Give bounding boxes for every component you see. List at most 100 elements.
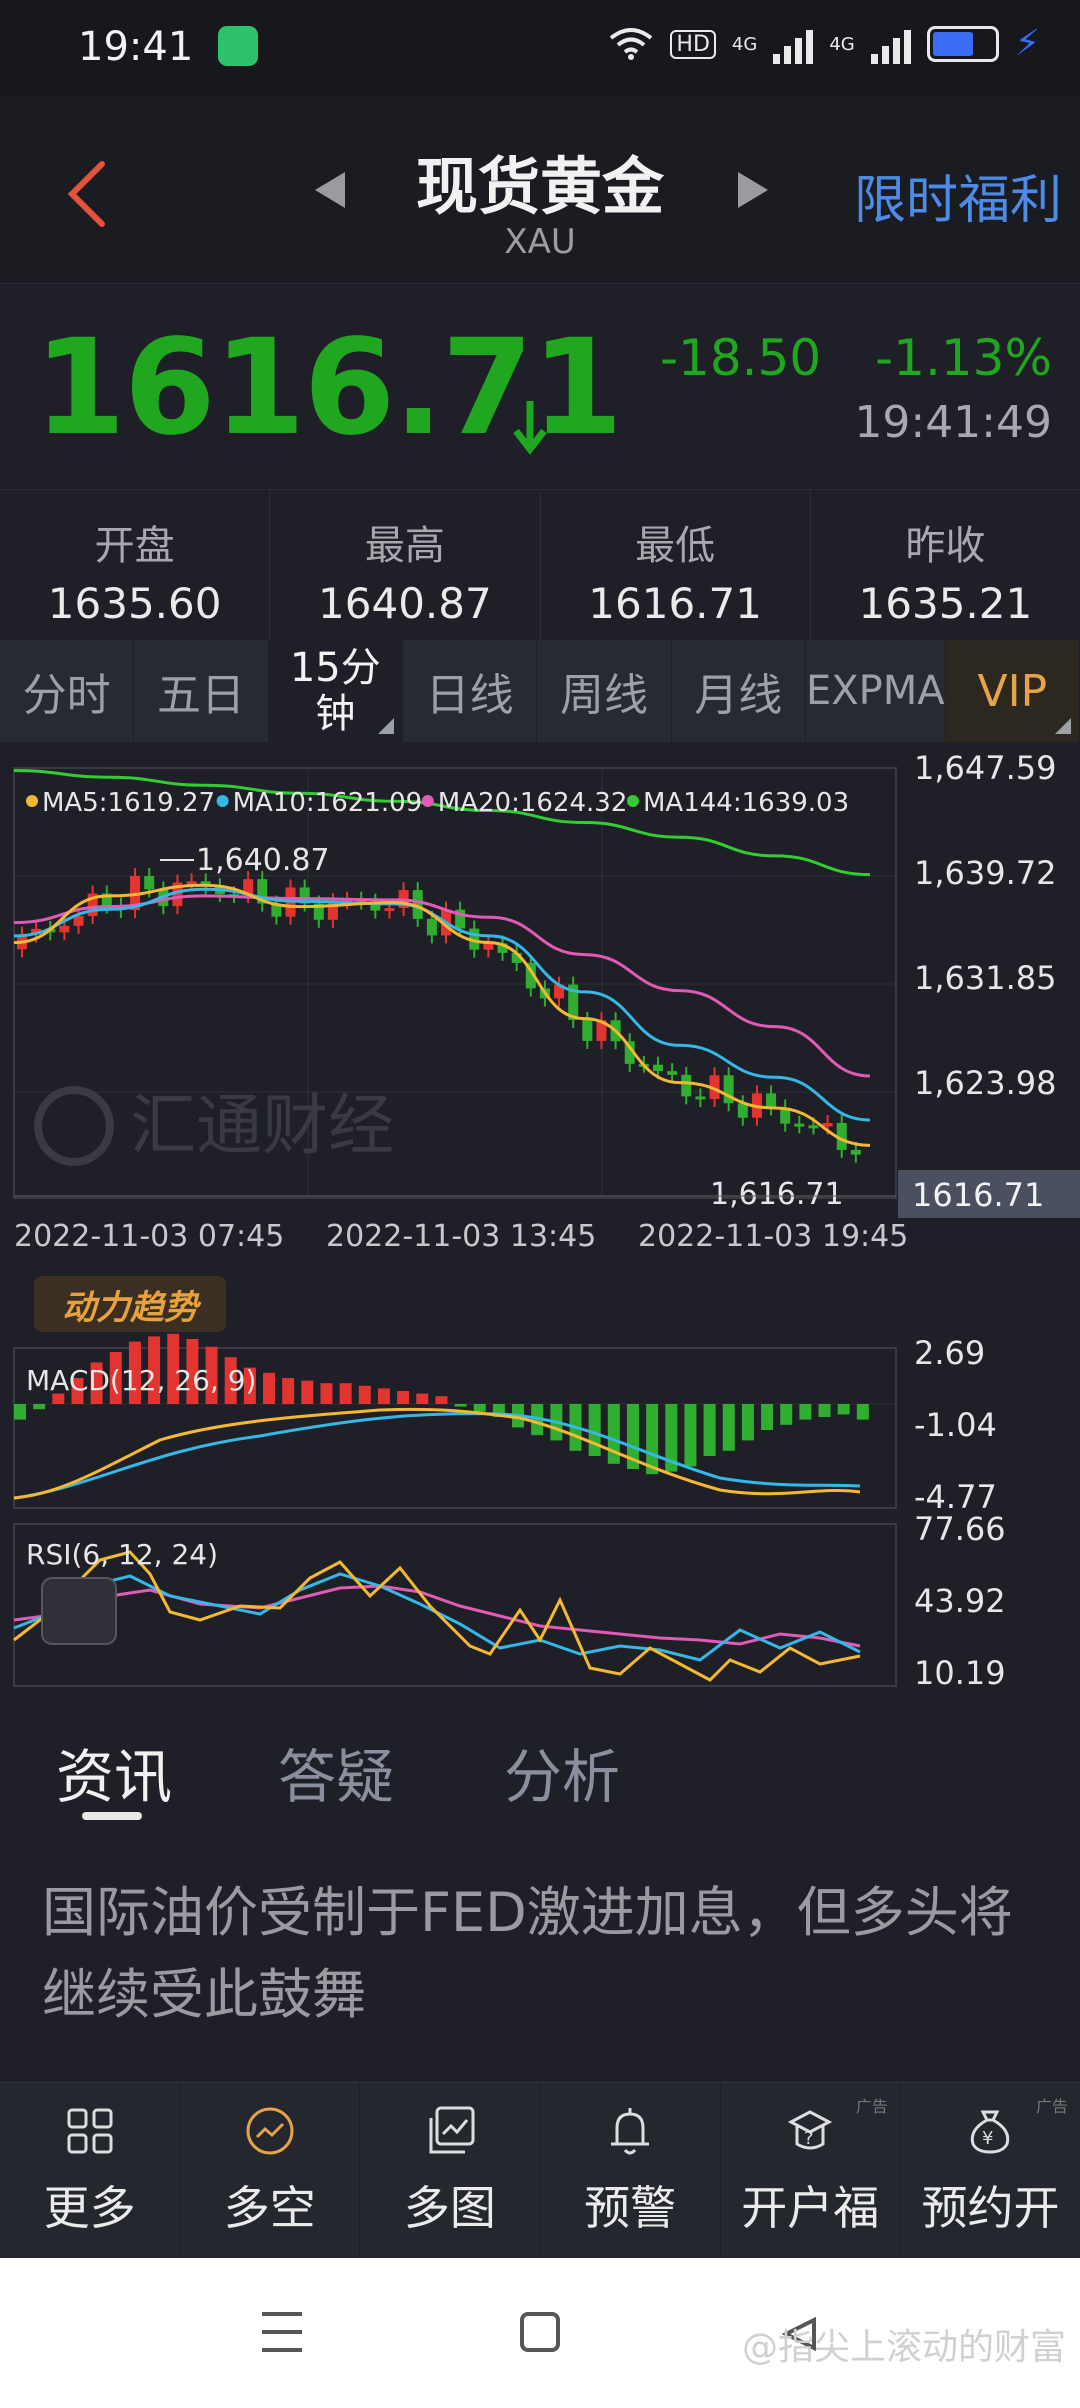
watermark-logo-mark xyxy=(34,1086,114,1166)
candle-body xyxy=(653,1064,663,1072)
macd-bar xyxy=(646,1404,659,1475)
macd-bar xyxy=(837,1404,850,1415)
x-tick-label: 2022-11-03 13:45 xyxy=(326,1219,596,1254)
watermark-text: @指尖上滚动的财富 xyxy=(741,2327,1066,2368)
stat-high: 最高 1640.87 xyxy=(270,491,541,639)
hd-label: HD xyxy=(670,29,716,59)
tab-analysis[interactable]: 分析 xyxy=(504,1730,620,1814)
tab-15min-line2: 钟 xyxy=(315,691,356,737)
bottom-label: 多空 xyxy=(223,2180,316,2235)
more-button[interactable]: 更多 xyxy=(0,2083,181,2258)
tab-15min[interactable]: 15分 钟 xyxy=(268,640,403,742)
stat-prev-close: 昨收 1635.21 xyxy=(811,491,1080,639)
bottom-label: 更多 xyxy=(43,2180,136,2235)
rsi-title: RSI(6, 12, 24) xyxy=(26,1538,218,1571)
candle-body xyxy=(73,915,84,926)
trend-icon xyxy=(246,2107,294,2154)
y-tick-label: 1,639.72 xyxy=(914,854,1057,892)
ad-tag: 广告 xyxy=(1036,2097,1069,2116)
candle-body xyxy=(808,1125,819,1129)
candle-body xyxy=(794,1123,805,1127)
watermark-logo: 汇通财经 xyxy=(130,1087,394,1164)
legend-marker xyxy=(421,795,434,807)
stat-low: 最低 1616.71 xyxy=(541,491,811,639)
bottom-label: 开户福 xyxy=(741,2180,880,2235)
macd-bar xyxy=(358,1385,371,1404)
back-icon[interactable] xyxy=(58,154,118,234)
drawing-tool-icon[interactable] xyxy=(41,1577,117,1645)
indicator-badge[interactable]: 动力趋势 xyxy=(34,1276,226,1332)
bottom-label: 多图 xyxy=(403,2180,496,2235)
app-notification-icon xyxy=(218,26,258,66)
tab-expma[interactable]: EXPMA xyxy=(806,640,946,742)
tab-five-day[interactable]: 五日 xyxy=(134,640,269,742)
promo-link[interactable]: 限时福利 xyxy=(854,158,1062,233)
macd-bar xyxy=(741,1404,754,1441)
price-change-percent: -1.13% xyxy=(875,329,1052,387)
next-instrument-icon[interactable] xyxy=(738,172,768,208)
kline-chart[interactable]: 汇通财经 MA5:1619.27 MA10:1621.09 MA20:1624.32… xyxy=(0,742,1080,1712)
recents-icon[interactable] xyxy=(262,2312,302,2352)
tab-qa[interactable]: 答疑 xyxy=(278,1730,394,1814)
tab-monthly[interactable]: 月线 xyxy=(672,640,806,742)
stat-open: 开盘 1635.60 xyxy=(0,491,271,639)
chart-area[interactable]: 汇通财经 MA5:1619.27 MA10:1621.09 MA20:1624.32… xyxy=(0,742,1080,1712)
candle-body xyxy=(681,1074,692,1097)
grid-icon xyxy=(67,2108,113,2153)
macd-bar xyxy=(282,1378,295,1404)
system-nav-bar: @指尖上滚动的财富 xyxy=(0,2258,1080,2408)
tab-weekly[interactable]: 周线 xyxy=(537,640,672,742)
candle-body xyxy=(822,1122,833,1127)
quote-panel: 1616.71 -18.50 -1.13% 19:41:49 xyxy=(0,285,1080,490)
candle-body xyxy=(483,943,494,950)
candle-body xyxy=(695,1096,706,1100)
x-axis: 2022-11-03 07:45 2022-11-03 13:45 2022-11-… xyxy=(14,1219,908,1254)
news-headline[interactable]: 国际油价受制于FED激进加息，但多头将继续受此鼓舞 xyxy=(42,1872,1042,2036)
svg-text:?: ? xyxy=(804,2128,814,2149)
charging-icon: ⚡ xyxy=(1014,23,1040,64)
tab-vip[interactable]: VIP xyxy=(945,640,1080,742)
macd-bar xyxy=(14,1404,26,1420)
tab-intraday[interactable]: 分时 xyxy=(0,640,135,742)
alert-button[interactable]: 预警 xyxy=(541,2083,721,2258)
y-tick-label: 1,631.85 xyxy=(914,959,1057,997)
legend-label: MA144:1639.03 xyxy=(643,788,849,818)
rsi-tick: 77.66 xyxy=(914,1510,1006,1548)
wifi-icon xyxy=(610,28,653,60)
macd-bar xyxy=(377,1388,390,1404)
money-icon: ¥ xyxy=(971,2110,1010,2154)
candle-body xyxy=(144,876,155,890)
gift-icon: ? xyxy=(788,2109,833,2149)
macd-bar xyxy=(684,1404,697,1467)
candle-body xyxy=(850,1149,861,1155)
price-change: -18.50 xyxy=(660,329,822,387)
multi-chart-button[interactable]: 多图 xyxy=(360,2083,541,2258)
candle-body xyxy=(667,1071,678,1075)
tab-news[interactable]: 资讯 xyxy=(56,1730,172,1814)
account-promo-button[interactable]: 广告 ? 开户福 xyxy=(721,2083,901,2258)
long-short-button[interactable]: 多空 xyxy=(180,2083,361,2258)
home-icon[interactable] xyxy=(520,2312,560,2352)
status-bar: 19:41 HD 4G 4G ⚡ xyxy=(0,0,1080,96)
symbol-label: XAU xyxy=(504,222,576,262)
macd-tick: 2.69 xyxy=(914,1334,985,1372)
network-2-label: 4G xyxy=(829,33,855,55)
macd-title: MACD(12, 26, 9) xyxy=(26,1364,256,1397)
status-indicators: HD 4G 4G ⚡ xyxy=(608,24,1040,64)
macd-bar xyxy=(435,1396,448,1404)
legend-marker xyxy=(26,795,38,807)
macd-bar xyxy=(473,1404,486,1412)
macd-bar xyxy=(818,1404,831,1417)
dropdown-corner-icon xyxy=(1054,718,1071,734)
svg-text:¥: ¥ xyxy=(982,2128,993,2149)
appointment-button[interactable]: 广告 ¥ 预约开 xyxy=(901,2083,1080,2258)
tab-daily[interactable]: 日线 xyxy=(403,640,538,742)
macd-bar xyxy=(397,1391,410,1404)
tab-15min-line1: 15分 xyxy=(289,645,381,691)
down-arrow-icon xyxy=(513,401,547,455)
bottom-toolbar: 更多 多空 多图 预警 广告 ? 开户福 广告 ¥ 预约开 xyxy=(0,2082,1080,2258)
candle-body xyxy=(186,881,197,885)
header: 现货黄金 XAU 限时福利 xyxy=(0,96,1080,284)
signal-2-icon xyxy=(870,24,911,64)
status-time: 19:41 xyxy=(78,24,194,70)
